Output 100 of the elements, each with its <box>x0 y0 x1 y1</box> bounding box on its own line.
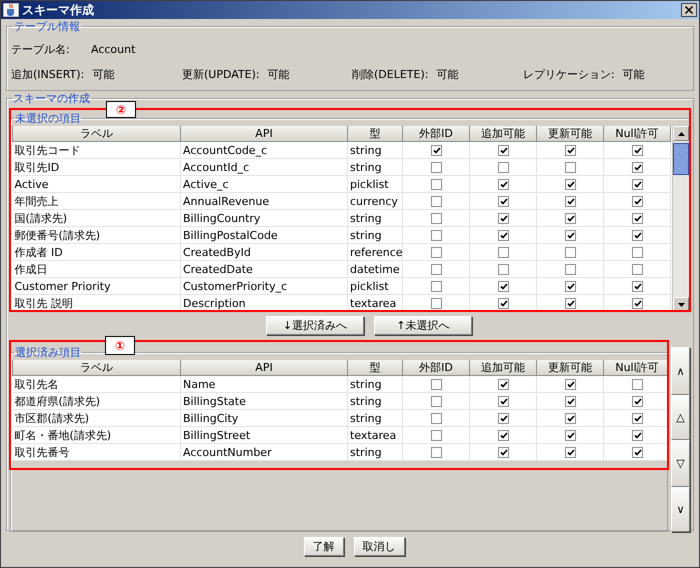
checkbox[interactable] <box>632 230 642 241</box>
checkbox[interactable] <box>498 144 508 156</box>
move-button[interactable]: ↓選択済みへ <box>266 316 364 335</box>
checkbox[interactable] <box>632 430 642 441</box>
checkbox[interactable] <box>632 396 642 407</box>
table-cell: Active <box>12 176 180 192</box>
checkbox[interactable] <box>498 162 508 173</box>
field-value: 可能 <box>436 67 458 82</box>
checkbox[interactable] <box>564 162 576 173</box>
dialog-button[interactable]: 取消し <box>354 536 404 556</box>
scrollbar[interactable] <box>672 126 689 312</box>
checkbox[interactable] <box>632 264 642 275</box>
order-button[interactable]: ▽ <box>671 440 690 487</box>
cup-icon <box>3 3 19 17</box>
checkbox[interactable] <box>632 196 642 207</box>
checkbox[interactable] <box>430 446 442 458</box>
checkbox[interactable] <box>632 378 642 390</box>
scroll-up-button[interactable] <box>673 126 689 141</box>
checkbox[interactable] <box>430 230 442 241</box>
checkbox[interactable] <box>430 264 442 275</box>
checkbox[interactable] <box>564 378 576 390</box>
checkbox[interactable] <box>498 178 508 190</box>
checkbox[interactable] <box>564 280 576 292</box>
checkbox[interactable] <box>430 280 442 292</box>
checkbox[interactable] <box>498 396 508 407</box>
dialog-button[interactable]: 了解 <box>304 536 344 556</box>
field-label: 削除(DELETE): <box>352 67 428 82</box>
checkbox[interactable] <box>564 298 576 309</box>
checkbox[interactable] <box>632 144 642 156</box>
scrollbar-thumb[interactable] <box>673 143 689 175</box>
column-header[interactable]: Null許可 <box>604 126 670 142</box>
column-header[interactable]: 外部ID <box>402 126 470 142</box>
checkbox[interactable] <box>564 264 576 275</box>
checkbox[interactable] <box>632 178 642 190</box>
column-header[interactable]: 外部ID <box>402 360 470 376</box>
column-header[interactable]: 型 <box>348 126 402 142</box>
table-cell: CreatedDate <box>180 260 348 278</box>
checkbox[interactable] <box>430 298 442 309</box>
checkbox[interactable] <box>498 212 508 224</box>
table-cell: CreatedById <box>180 244 348 260</box>
checkbox[interactable] <box>498 230 508 241</box>
checkbox[interactable] <box>632 212 642 224</box>
checkbox[interactable] <box>430 246 442 258</box>
column-header[interactable]: ラベル <box>12 126 180 142</box>
checkbox[interactable] <box>564 178 576 190</box>
column-header[interactable]: 型 <box>348 360 402 376</box>
move-button[interactable]: ↑未選択へ <box>374 316 472 335</box>
checkbox[interactable] <box>430 196 442 207</box>
checkbox[interactable] <box>564 196 576 207</box>
checkbox[interactable] <box>564 230 576 241</box>
checkbox[interactable] <box>564 212 576 224</box>
checkbox[interactable] <box>632 280 642 292</box>
column-header[interactable]: API <box>180 360 348 376</box>
checkbox[interactable] <box>564 144 576 156</box>
checkbox[interactable] <box>430 430 442 441</box>
checkbox[interactable] <box>564 412 576 424</box>
checkbox[interactable] <box>498 246 508 258</box>
column-header[interactable]: ラベル <box>12 360 180 376</box>
checkbox[interactable] <box>564 446 576 458</box>
table-cell: string <box>348 376 402 392</box>
table-cell: currency <box>348 192 402 210</box>
checkbox[interactable] <box>498 264 508 275</box>
column-header[interactable]: Null許可 <box>604 360 667 376</box>
checkbox[interactable] <box>430 412 442 424</box>
checkbox[interactable] <box>430 178 442 190</box>
column-header[interactable]: 追加可能 <box>470 360 536 376</box>
checkbox[interactable] <box>632 298 642 309</box>
close-icon[interactable] <box>681 3 697 17</box>
column-header[interactable]: 追加可能 <box>470 126 536 142</box>
checkbox[interactable] <box>498 196 508 207</box>
checkbox[interactable] <box>632 446 642 458</box>
table-cell: 取引先ID <box>12 158 180 176</box>
column-header[interactable]: API <box>180 126 348 142</box>
checkbox[interactable] <box>498 298 508 309</box>
order-button[interactable]: ∨ <box>671 487 690 532</box>
checkbox[interactable] <box>564 430 576 441</box>
checkbox[interactable] <box>498 446 508 458</box>
checkbox[interactable] <box>430 396 442 407</box>
table-cell: textarea <box>348 426 402 444</box>
order-button[interactable]: △ <box>671 395 690 440</box>
checkbox[interactable] <box>430 144 442 156</box>
checkbox[interactable] <box>430 212 442 224</box>
checkbox[interactable] <box>430 378 442 390</box>
table-cell: 取引先名 <box>12 376 180 392</box>
checkbox[interactable] <box>564 396 576 407</box>
column-header[interactable]: 更新可能 <box>536 360 604 376</box>
triangle-up-icon <box>678 132 684 136</box>
checkbox[interactable] <box>498 280 508 292</box>
checkbox[interactable] <box>498 378 508 390</box>
checkbox[interactable] <box>632 246 642 258</box>
checkbox[interactable] <box>430 162 442 173</box>
checkbox[interactable] <box>498 412 508 424</box>
checkbox[interactable] <box>498 430 508 441</box>
checkbox[interactable] <box>564 246 576 258</box>
checkbox[interactable] <box>632 412 642 424</box>
column-header[interactable]: 更新可能 <box>536 126 604 142</box>
order-button[interactable]: ∧ <box>671 347 690 395</box>
table-cell: picklist <box>348 176 402 192</box>
table-cell: 年間売上 <box>12 192 180 210</box>
checkbox[interactable] <box>632 162 642 173</box>
